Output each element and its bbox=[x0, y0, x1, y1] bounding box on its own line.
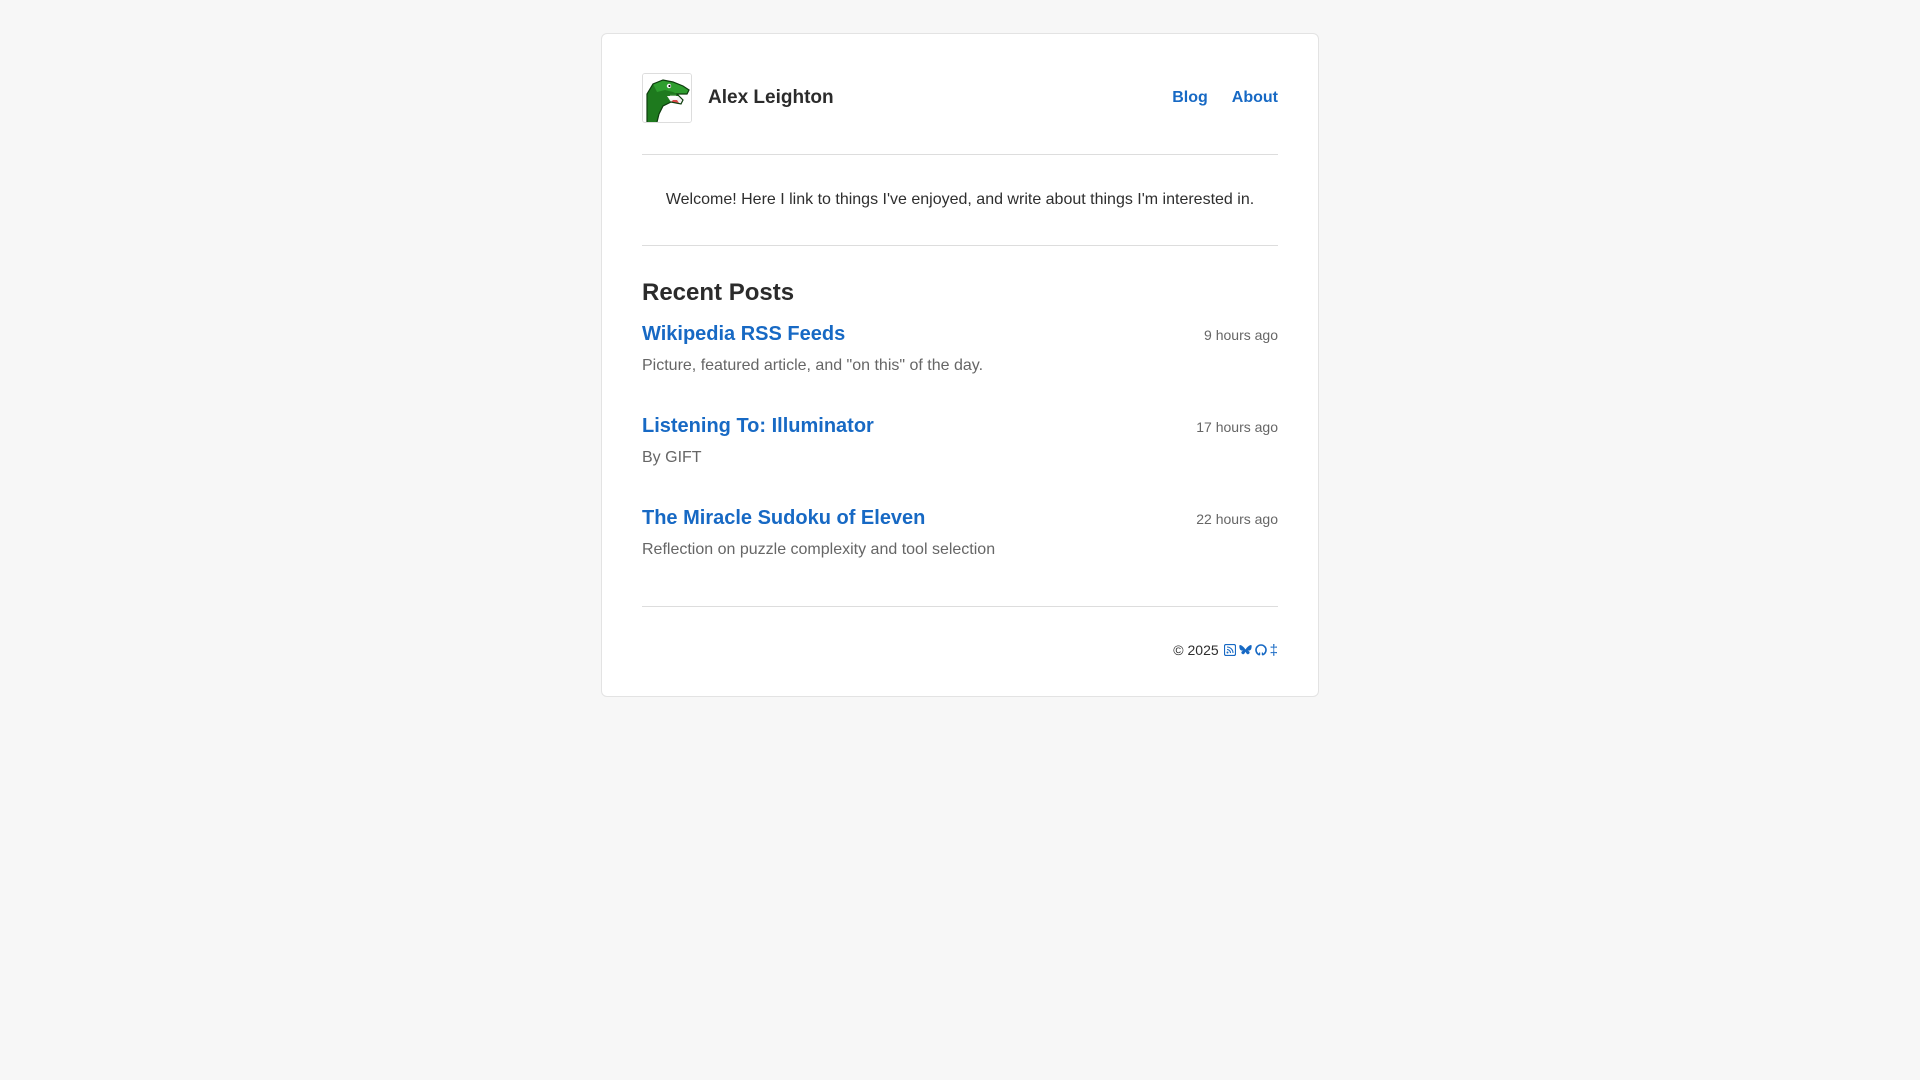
welcome-text: Welcome! Here I link to things I've enjo… bbox=[665, 191, 1255, 208]
dagger-icon[interactable]: ‡ bbox=[1270, 643, 1278, 658]
site-title[interactable]: Alex Leighton bbox=[708, 87, 834, 109]
nav-about-link[interactable]: About bbox=[1232, 89, 1278, 107]
site-header: Alex Leighton Blog About bbox=[642, 34, 1278, 155]
bluesky-icon[interactable] bbox=[1238, 644, 1252, 656]
post-description: By GIFT bbox=[642, 449, 702, 466]
post-title-link[interactable]: Listening To: Illuminator bbox=[642, 414, 874, 438]
github-icon[interactable] bbox=[1254, 644, 1267, 656]
post-item: Wikipedia RSS Feeds 9 hours ago Picture,… bbox=[642, 322, 1278, 414]
post-list: Wikipedia RSS Feeds 9 hours ago Picture,… bbox=[642, 322, 1278, 598]
post-title-link[interactable]: The Miracle Sudoku of Eleven bbox=[642, 506, 925, 530]
footer-icons: ‡ bbox=[1223, 643, 1278, 658]
post-description: Reflection on puzzle complexity and tool… bbox=[642, 541, 996, 558]
recent-posts-heading: Recent Posts bbox=[642, 279, 795, 306]
avatar[interactable] bbox=[642, 72, 692, 123]
copyright-text: © 2025 bbox=[1173, 642, 1219, 658]
nav-blog-link[interactable]: Blog bbox=[1172, 89, 1208, 107]
post-title-link[interactable]: Wikipedia RSS Feeds bbox=[642, 322, 845, 346]
main-nav: Blog About bbox=[1172, 89, 1278, 107]
rss-icon[interactable] bbox=[1223, 644, 1236, 656]
main-card: Alex Leighton Blog About Welcome! Here I… bbox=[601, 33, 1319, 697]
post-timestamp: 17 hours ago bbox=[1196, 419, 1278, 435]
green-crocodile-icon bbox=[643, 73, 691, 122]
post-item: The Miracle Sudoku of Eleven 22 hours ag… bbox=[642, 506, 1278, 598]
post-description: Picture, featured article, and "on this"… bbox=[642, 357, 984, 374]
post-timestamp: 22 hours ago bbox=[1196, 511, 1278, 527]
post-item: Listening To: Illuminator 17 hours ago B… bbox=[642, 414, 1278, 506]
brand: Alex Leighton bbox=[642, 72, 834, 123]
post-timestamp: 9 hours ago bbox=[1204, 327, 1278, 343]
site-footer: © 2025 ‡ bbox=[642, 606, 1278, 658]
welcome-message: Welcome! Here I link to things I've enjo… bbox=[642, 155, 1278, 246]
